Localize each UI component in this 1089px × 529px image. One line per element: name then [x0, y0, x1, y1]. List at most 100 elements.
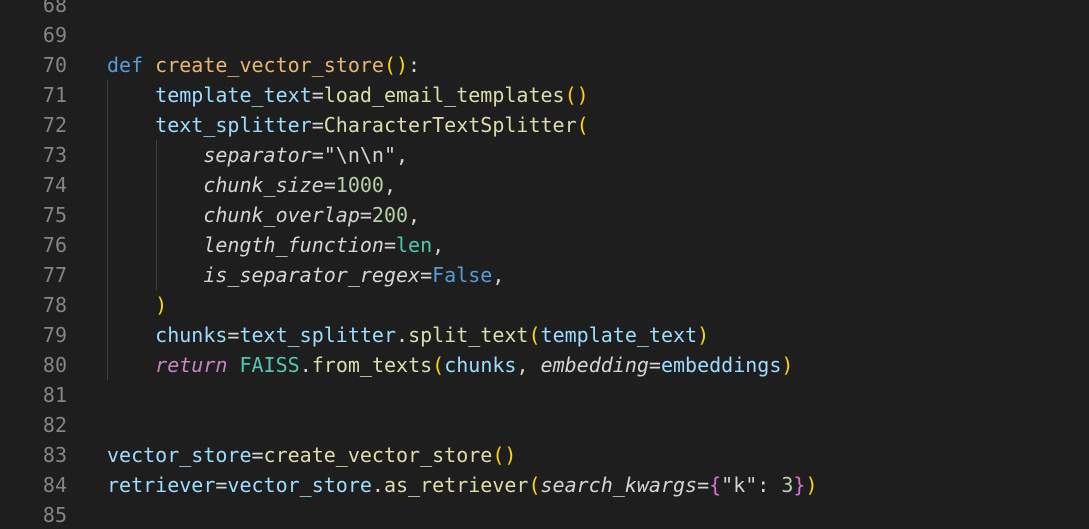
- code-token: =: [648, 353, 661, 377]
- code-token: =: [311, 83, 324, 107]
- line-code[interactable]: ): [107, 290, 167, 320]
- code-line[interactable]: 80 return FAISS.from_texts(chunks, embed…: [0, 350, 1089, 380]
- line-number: 83: [42, 443, 67, 467]
- code-line[interactable]: 85: [0, 500, 1089, 529]
- code-token: separator: [203, 143, 312, 167]
- code-token: ): [576, 83, 589, 107]
- code-token: ): [781, 353, 794, 377]
- code-token: =: [215, 473, 228, 497]
- code-token: :: [757, 473, 782, 497]
- code-token: }: [793, 473, 806, 497]
- code-token: (: [383, 53, 396, 77]
- code-token: chunk_size: [203, 173, 324, 197]
- code-token: create_vector_store: [155, 53, 384, 77]
- code-line[interactable]: 70 def create_vector_store():: [0, 50, 1089, 80]
- code-token: ,: [408, 203, 421, 227]
- code-token: ,: [383, 173, 397, 197]
- code-token: chunks: [155, 323, 228, 347]
- code-token: text_splitter: [239, 323, 397, 347]
- line-code[interactable]: text_splitter=CharacterTextSplitter(: [107, 110, 589, 140]
- code-token: (: [432, 353, 445, 377]
- code-token: =: [323, 173, 336, 197]
- code-token: search_kwargs: [540, 473, 698, 497]
- code-line[interactable]: 75 chunk_overlap=200,: [0, 200, 1089, 230]
- code-token: =: [383, 233, 396, 257]
- code-token: =: [311, 113, 324, 137]
- line-number: 72: [42, 113, 67, 137]
- line-number: 74: [42, 173, 67, 197]
- line-number: 73: [42, 143, 67, 167]
- code-line[interactable]: 84 retriever=vector_store.as_retriever(se…: [0, 470, 1089, 500]
- code-token: FAISS: [239, 353, 300, 377]
- code-token: template_text: [155, 83, 312, 107]
- code-line[interactable]: 71 template_text=load_email_templates(): [0, 80, 1089, 110]
- indent-guide-level-2: [156, 140, 157, 290]
- code-line[interactable]: 74 chunk_size=1000,: [0, 170, 1089, 200]
- code-token: 1000: [335, 173, 384, 197]
- code-line[interactable]: 69: [0, 20, 1089, 50]
- line-code[interactable]: def create_vector_store():: [107, 50, 420, 80]
- code-line[interactable]: 82: [0, 410, 1089, 440]
- code-token: chunks: [444, 353, 517, 377]
- code-area[interactable]: 68 69 70 def create_vector_store(): 71 templ…: [0, 0, 1089, 529]
- line-code[interactable]: separator="\n\n",: [107, 140, 408, 170]
- line-code[interactable]: retriever=vector_store.as_retriever(sear…: [107, 470, 818, 500]
- code-line[interactable]: 81: [0, 380, 1089, 410]
- line-code[interactable]: vector_store=create_vector_store(): [107, 440, 516, 470]
- code-token: (: [528, 473, 541, 497]
- line-code[interactable]: length_function=len,: [107, 230, 444, 260]
- code-line[interactable]: 83 vector_store=create_vector_store(): [0, 440, 1089, 470]
- code-token: =: [311, 143, 324, 167]
- code-token: "k": [721, 473, 758, 497]
- code-line[interactable]: 73 separator="\n\n",: [0, 140, 1089, 170]
- code-token: ,: [432, 233, 445, 257]
- code-token: False: [432, 263, 493, 287]
- line-code[interactable]: is_separator_regex=False,: [107, 260, 504, 290]
- code-token: .: [371, 473, 384, 497]
- code-token: =: [359, 203, 372, 227]
- code-token: return: [155, 353, 228, 377]
- code-token: split_text: [408, 323, 529, 347]
- line-number: 76: [42, 233, 67, 257]
- line-number: 69: [42, 23, 67, 47]
- code-token: as_retriever: [383, 473, 529, 497]
- line-number: 68: [42, 0, 67, 17]
- code-token: embeddings: [660, 353, 782, 377]
- line-number: 70: [42, 53, 67, 77]
- code-token: 3: [781, 473, 794, 497]
- code-token: CharacterTextSplitter: [323, 113, 577, 137]
- code-token: ,: [492, 263, 505, 287]
- code-token: =: [420, 263, 433, 287]
- code-token: create_vector_store: [263, 443, 493, 467]
- code-token: vector_store: [227, 473, 372, 497]
- code-token: =: [251, 443, 264, 467]
- code-token: ): [805, 473, 818, 497]
- code-token: length_function: [203, 233, 384, 257]
- code-editor[interactable]: 68 69 70 def create_vector_store(): 71 templ…: [0, 0, 1089, 529]
- code-token: (: [576, 113, 589, 137]
- line-code[interactable]: chunk_size=1000,: [107, 170, 396, 200]
- code-line[interactable]: 72 text_splitter=CharacterTextSplitter(: [0, 110, 1089, 140]
- code-token: template_text: [540, 323, 698, 347]
- code-token: retriever: [107, 473, 216, 497]
- line-code[interactable]: chunk_overlap=200,: [107, 200, 420, 230]
- line-number: 81: [42, 383, 67, 407]
- line-code[interactable]: return FAISS.from_texts(chunks, embeddin…: [107, 350, 793, 380]
- line-number: 85: [42, 503, 67, 527]
- code-line[interactable]: 77 is_separator_regex=False,: [0, 260, 1089, 290]
- code-line[interactable]: 79 chunks=text_splitter.split_text(templ…: [0, 320, 1089, 350]
- code-token: def: [107, 53, 144, 77]
- code-token: (: [492, 443, 505, 467]
- line-number: 79: [42, 323, 67, 347]
- code-line[interactable]: 76 length_function=len,: [0, 230, 1089, 260]
- line-code[interactable]: template_text=load_email_templates(): [107, 80, 589, 110]
- code-token: is_separator_regex: [203, 263, 421, 287]
- line-number: 75: [42, 203, 67, 227]
- line-code[interactable]: chunks=text_splitter.split_text(template…: [107, 320, 709, 350]
- code-line[interactable]: 78 ): [0, 290, 1089, 320]
- code-line[interactable]: 68: [0, 0, 1089, 20]
- code-token: ): [155, 293, 168, 317]
